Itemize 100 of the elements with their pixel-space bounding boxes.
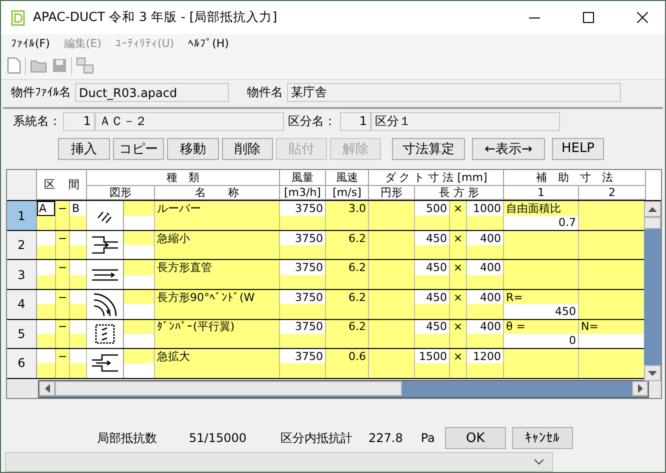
copy-tool-icon[interactable]: [76, 57, 94, 74]
figure-cell[interactable]: [87, 320, 124, 348]
ok-button[interactable]: OK: [444, 427, 506, 450]
menu-item[interactable]: ﾌｧｲﾙ(F): [11, 36, 50, 50]
figure-cell[interactable]: [87, 230, 124, 260]
input-cell[interactable]: 400: [467, 320, 503, 334]
input-cell[interactable]: 3750: [280, 260, 325, 275]
row-header[interactable]: 1: [7, 201, 37, 230]
toolbar-button[interactable]: HELP: [552, 138, 604, 160]
input-cell[interactable]: 3750: [280, 349, 325, 364]
input-cell[interactable]: [70, 320, 86, 334]
input-cell[interactable]: 450: [415, 230, 449, 246]
table-cell: [326, 274, 368, 289]
row-header[interactable]: 4: [7, 290, 37, 319]
input-cell[interactable]: 400: [467, 260, 503, 275]
table-cell: [326, 304, 368, 319]
row-header[interactable]: 6: [7, 349, 37, 378]
input-cell[interactable]: 1200: [467, 349, 503, 364]
row-header[interactable]: 5: [7, 320, 37, 348]
row-header[interactable]: 2: [7, 230, 37, 260]
toolbar-button[interactable]: 削除: [222, 138, 273, 160]
input-cell[interactable]: 0.7: [504, 216, 578, 230]
toolbar-button[interactable]: コピー: [113, 138, 164, 160]
table-cell: 急拡大: [155, 349, 279, 364]
input-cell[interactable]: [124, 245, 154, 260]
horizontal-scrollbar[interactable]: [38, 380, 649, 398]
table-cell: −: [56, 230, 69, 246]
new-file-icon[interactable]: [7, 57, 21, 74]
input-cell[interactable]: [37, 320, 55, 334]
table-cell: [467, 216, 503, 230]
scroll-down-button[interactable]: [644, 365, 661, 382]
input-cell[interactable]: 450: [415, 260, 449, 275]
toolbar-button[interactable]: ←表示→: [472, 138, 545, 160]
system-number-field[interactable]: 1: [63, 112, 95, 131]
input-cell[interactable]: 3750: [280, 201, 325, 216]
input-cell[interactable]: [124, 304, 154, 319]
corner-cell[interactable]: [7, 170, 37, 200]
input-cell[interactable]: 450: [415, 290, 449, 304]
input-cell[interactable]: 3750: [280, 320, 325, 334]
figure-cell[interactable]: [87, 260, 124, 289]
scroll-thumb[interactable]: [644, 217, 661, 230]
input-cell[interactable]: 1500: [415, 349, 449, 364]
column-header: [m/s]: [326, 186, 369, 200]
input-cell[interactable]: [37, 349, 55, 364]
scroll-right-button[interactable]: [632, 380, 648, 396]
input-cell[interactable]: B: [70, 201, 86, 216]
duct-expansion-icon: [90, 353, 120, 374]
file-name-field[interactable]: Duct_R03.apacd: [75, 83, 229, 102]
input-cell[interactable]: [37, 260, 55, 275]
input-cell[interactable]: 0: [504, 334, 578, 348]
system-name-field[interactable]: ＡＣ－２: [95, 112, 284, 131]
input-cell[interactable]: [579, 334, 645, 348]
table-cell: 3.0: [326, 201, 368, 216]
table-cell: [124, 320, 154, 334]
input-cell[interactable]: 450: [415, 320, 449, 334]
input-cell[interactable]: 3750: [280, 290, 325, 304]
total-value: 227.8: [368, 431, 403, 446]
input-cell[interactable]: [124, 363, 154, 378]
input-cell[interactable]: 450: [504, 304, 578, 319]
scroll-up-button[interactable]: [644, 201, 661, 218]
toolbar-button[interactable]: 寸法算定: [392, 138, 465, 160]
input-cell[interactable]: [37, 290, 55, 304]
input-cell[interactable]: [70, 230, 86, 246]
cancel-button[interactable]: ｷｬﾝｾﾙ: [512, 427, 573, 450]
figure-cell[interactable]: [87, 201, 124, 230]
figure-cell[interactable]: [87, 349, 124, 378]
column-header: 種 類: [87, 170, 280, 186]
table-cell: [326, 245, 368, 260]
folder-icon[interactable]: [30, 58, 48, 74]
input-cell[interactable]: 1000: [467, 201, 503, 216]
project-name-field[interactable]: 某庁舎: [287, 83, 621, 102]
input-cell[interactable]: 400: [467, 290, 503, 304]
figure-cell[interactable]: [87, 290, 124, 319]
row-header[interactable]: 3: [7, 260, 37, 289]
toolbar-button[interactable]: 挿入: [58, 138, 110, 160]
input-cell[interactable]: [37, 230, 55, 246]
column-header: [m3/h]: [280, 186, 326, 200]
table-cell: [579, 201, 645, 216]
input-cell[interactable]: [124, 216, 154, 230]
toolbar-button[interactable]: 移動: [167, 138, 219, 160]
scroll-left-button[interactable]: [39, 380, 55, 396]
section-name-field[interactable]: 区分１: [371, 112, 560, 131]
column-header: 円形: [369, 186, 415, 200]
table-cell: θ =: [504, 320, 578, 334]
menu-item[interactable]: ﾍﾙﾌﾟ(H): [188, 36, 229, 50]
input-cell[interactable]: 400: [467, 230, 503, 246]
vertical-scrollbar[interactable]: [644, 201, 661, 382]
input-cell[interactable]: 3750: [280, 230, 325, 246]
input-cell[interactable]: [70, 349, 86, 364]
table-cell: 自由面積比: [504, 201, 578, 216]
section-number-field[interactable]: 1: [340, 112, 371, 131]
input-cell[interactable]: [70, 260, 86, 275]
input-cell[interactable]: A: [37, 201, 55, 216]
input-cell[interactable]: [124, 334, 154, 348]
table-cell: [124, 290, 154, 304]
input-cell[interactable]: [124, 274, 154, 289]
scroll-thumb[interactable]: [55, 380, 402, 396]
column-header: 長 方 形: [415, 186, 504, 200]
input-cell[interactable]: 500: [415, 201, 449, 216]
input-cell[interactable]: [70, 290, 86, 304]
